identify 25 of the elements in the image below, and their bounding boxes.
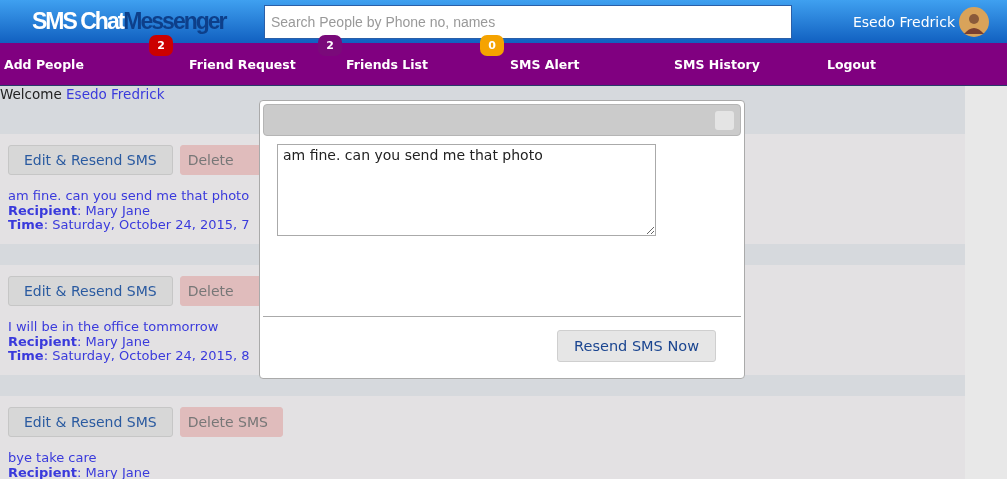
nav-link[interactable]: Friend Request — [189, 56, 296, 72]
user-name[interactable]: Esedo Fredrick — [852, 13, 955, 30]
message-text: bye take care — [8, 451, 97, 466]
message-text: am fine. can you send me that photo — [8, 189, 250, 204]
logo: SMS ChatMessenger — [31, 8, 228, 35]
avatar-icon[interactable] — [959, 6, 989, 37]
time-text: Time: Saturday, October 24, 2015, 8 — [8, 349, 250, 364]
recipient-text: Recipient: Mary Jane — [8, 334, 150, 349]
edit-resend-button[interactable]: Edit & Resend SMS — [8, 407, 173, 437]
user-link[interactable]: Esedo Fredrick — [66, 86, 165, 102]
edit-resend-button[interactable]: Edit & Resend SMS — [8, 276, 173, 306]
resend-button[interactable]: Resend SMS Now — [557, 330, 716, 362]
nav-link[interactable]: Add People — [4, 56, 84, 72]
nav-link[interactable]: SMS Alert — [510, 56, 580, 72]
search-field[interactable]: Search People by Phone no, names — [264, 4, 792, 39]
welcome-text: Welcome — [0, 86, 62, 102]
nav-link[interactable]: SMS History — [674, 56, 760, 72]
message-field[interactable]: am fine. can you send me that photo — [277, 144, 656, 236]
time-text: Time: Saturday, October 24, 2015, 7 — [8, 218, 250, 233]
edit-resend-button[interactable]: Edit & Resend SMS — [8, 145, 173, 175]
recipient-text: Recipient: Mary Jane — [8, 465, 150, 479]
recipient-text: Recipient: Mary Jane — [8, 203, 150, 218]
message-text: I will be in the office tommorrow — [8, 320, 219, 335]
nav-link[interactable]: Friends List — [346, 56, 428, 72]
nav-link[interactable]: Logout — [827, 56, 876, 72]
